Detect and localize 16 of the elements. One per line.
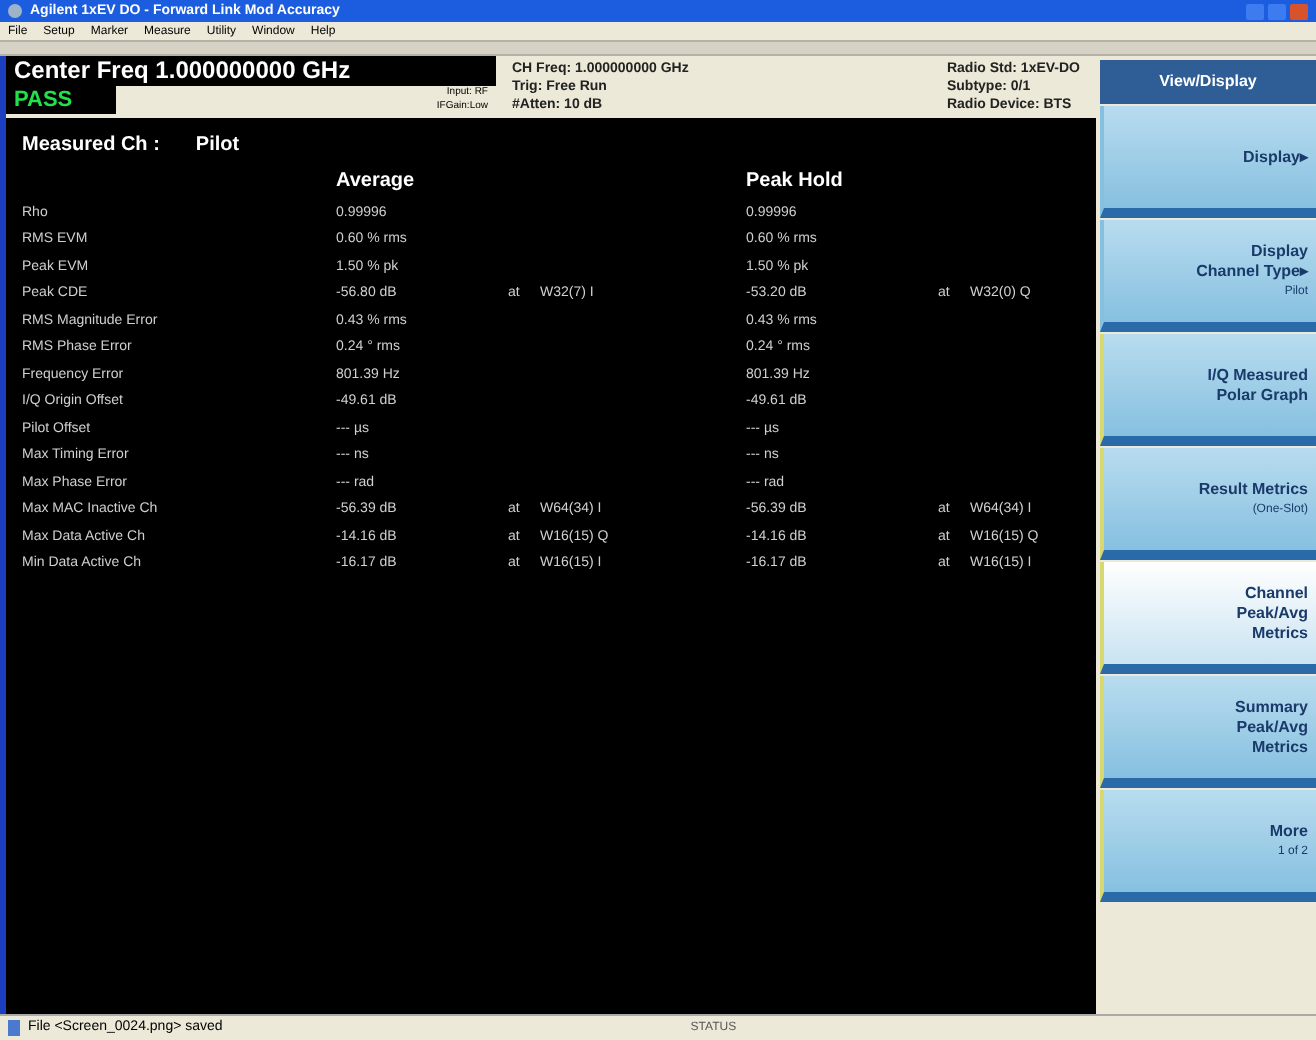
file-icon: [8, 1020, 20, 1036]
maximize-icon[interactable]: [1268, 3, 1286, 19]
softkey-menu-title: View/Display: [1100, 60, 1316, 104]
softkey-button[interactable]: Channel Peak/Avg Metrics: [1100, 562, 1316, 674]
close-icon[interactable]: [1290, 3, 1308, 19]
measured-channel-label: Measured Ch :: [22, 131, 160, 159]
softkey-button[interactable]: Display▸: [1100, 106, 1316, 218]
center-frequency: Center Freq 1.000000000 GHz: [6, 56, 496, 86]
measured-channel-value: Pilot: [195, 131, 240, 159]
column-header: Peak Hold: [746, 168, 843, 196]
softkey-button[interactable]: I/Q Measured Polar Graph: [1100, 334, 1316, 446]
app-icon: [8, 4, 22, 18]
softkey-button[interactable]: Summary Peak/Avg Metrics: [1100, 676, 1316, 788]
column-header: Average: [336, 168, 417, 196]
pass-indicator: PASS: [6, 86, 116, 114]
minimize-icon[interactable]: [1246, 3, 1264, 19]
